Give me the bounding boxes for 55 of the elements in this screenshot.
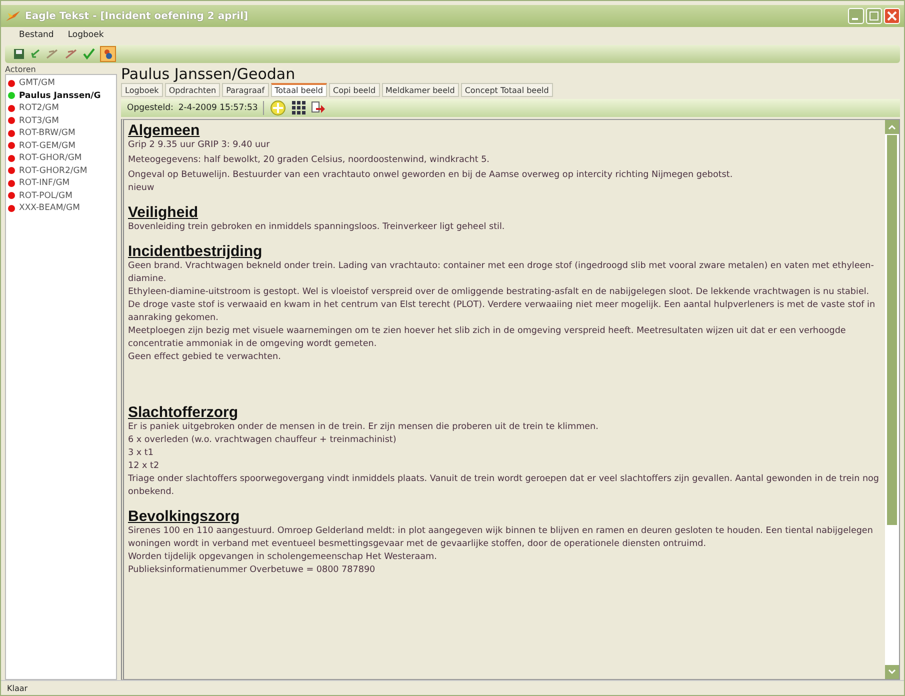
scroll-down-icon[interactable] xyxy=(885,665,899,679)
tab[interactable]: Totaal beeld xyxy=(270,83,327,97)
actor-item[interactable]: ROT2/GM xyxy=(8,102,114,114)
paragraph: Sirenes 100 en 110 aangestuurd. Omroep Gelderland meldt: in plot aangegeven wijk binnen te blijven en ramen en deuren gesloten te houden. Een tiental nabijgelegen woningen wordt in verband met eventueel besmettingsgevaar met de gevaarlijke stoffen, door de operationele diensten ontruimd. Worden tijdelijk opgevangen in scholengemeenschap Het Westeraam. Publieksinformatienummer Overbetuwe = 0800 787890 xyxy=(128,525,874,577)
window-title: Eagle Tekst - [Incident oefening 2 april] xyxy=(25,10,250,22)
tab[interactable]: Concept Totaal beeld xyxy=(460,83,553,97)
paragraph: Grip 2 9.35 uur GRIP 3: 9.40 uur xyxy=(128,139,271,152)
actor-item[interactable]: ROT-GEM/GM xyxy=(8,140,114,152)
scrollbar[interactable] xyxy=(885,120,899,679)
actor-item[interactable]: ROT-BRW/GM xyxy=(8,127,114,140)
scroll-thumb[interactable] xyxy=(887,135,897,525)
section-heading: Slachtofferzorg xyxy=(128,404,240,421)
section-heading: Veiligheid xyxy=(128,204,200,221)
pen-icon[interactable] xyxy=(64,48,78,60)
tab[interactable]: Paragraaf xyxy=(222,83,269,97)
tab[interactable]: Meldkamer beeld xyxy=(382,83,459,97)
paragraph: Er is paniek uitgebroken onder de mensen in de trein. Er zijn mensen die proberen uit de trein te klimmen. 6 x overleden (w.o. vrachtwagen chauffeur + treinmachinist) 3 x t1 12 x t2 Triage onder slachtoffers spoorwegovergang vindt inmiddels plaats. Vanuit de trein wordt geroepen dat er veel slachtoffers zijn gevallen. Aantal gewonden in de trein nog onbekend. xyxy=(128,421,880,499)
grid-icon[interactable] xyxy=(292,100,306,116)
tab[interactable]: Copi beeld xyxy=(328,83,380,97)
status-text: Klaar xyxy=(7,684,28,692)
minimize-icon[interactable] xyxy=(848,8,864,24)
actor-item[interactable]: ROT-POL/GM xyxy=(8,190,114,202)
created-value: 2-4-2009 15:57:53 xyxy=(178,103,258,113)
close-icon[interactable] xyxy=(884,8,900,24)
paragraph: Meteogegevens: half bewolkt, 20 graden Celsius, noordoostenwind, windkracht 5. xyxy=(128,154,490,167)
actor-item[interactable]: ROT-GHOR2/GM xyxy=(8,164,114,177)
panel-title: Paulus Janssen/Geodan xyxy=(121,65,296,83)
actor-item[interactable]: ROT-INF/GM xyxy=(8,177,114,190)
maximize-icon[interactable] xyxy=(866,8,882,24)
actor-item[interactable]: ROT-GHOR/GM xyxy=(8,152,114,164)
actor-item[interactable]: GMT/GM xyxy=(8,77,114,90)
paragraph: Geen brand. Vrachtwagen bekneld onder trein. Lading van vrachtauto: container met een droge stof (ingedroogd slib met vooral zware metalen) en vaten met ethyleen-diamine. Ethyleen-diamine-uitstroom is gestopt. Wel is vloeistof verspreid over de omliggende bestrating-asfalt en de nabijgelegen sloot. De lekkende vrachtwagen is nu stabiel. De droge vaste stof is verwaaid en kwam in het centrum van Elst terecht (PLOT). Verdere verwaaiing niet meer mogelijk. Een aantal hulpverleners is met de vaste stof in aanraking gekomen. Meetploegen zijn bezig met visuele waarnemingen om te zien hoever het slib zich in de omgeving verspreid heeft. Meetresultaten wijzen uit dat er een verhoogde concentratie ammoniak in de omgeving wordt gemeten. Geen effect gebied te verwachten. xyxy=(128,260,876,364)
paragraph: Ongeval op Betuwelijn. Bestuurder van een vrachtauto onwel geworden en bij de Aamse overweg op intercity richting Nijmegen gebotst. nieuw xyxy=(128,169,734,195)
arrow-icon[interactable] xyxy=(30,49,40,59)
menu-item[interactable]: Bestand xyxy=(19,30,54,40)
section-heading: Bevolkingszorg xyxy=(128,508,241,525)
export-icon[interactable] xyxy=(310,101,325,115)
users-icon[interactable] xyxy=(100,46,116,62)
paragraph: Bovenleiding trein gebroken en inmiddels spanningsloos. Treinverkeer ligt geheel stil. xyxy=(128,221,506,234)
pen-icon[interactable] xyxy=(45,48,59,60)
actor-item[interactable]: Paulus Janssen/G xyxy=(8,90,114,102)
move-icon[interactable] xyxy=(268,100,287,116)
sidebar-title: Actoren xyxy=(5,65,37,74)
created-label: Opgesteld: xyxy=(127,103,174,113)
section-heading: Algemeen xyxy=(128,122,201,139)
save-icon[interactable] xyxy=(13,48,25,60)
actor-item[interactable]: XXX-BEAM/GM xyxy=(8,202,114,214)
actor-item[interactable]: ROT3/GM xyxy=(8,114,114,127)
menu-item[interactable]: Logboek xyxy=(68,30,104,40)
tab[interactable]: Logboek xyxy=(121,83,163,97)
section-heading: Incidentbestrijding xyxy=(128,243,264,260)
checkmark-icon[interactable] xyxy=(83,48,95,60)
bird-icon xyxy=(5,9,21,23)
tab[interactable]: Opdrachten xyxy=(164,83,220,97)
scroll-up-icon[interactable] xyxy=(885,120,899,134)
